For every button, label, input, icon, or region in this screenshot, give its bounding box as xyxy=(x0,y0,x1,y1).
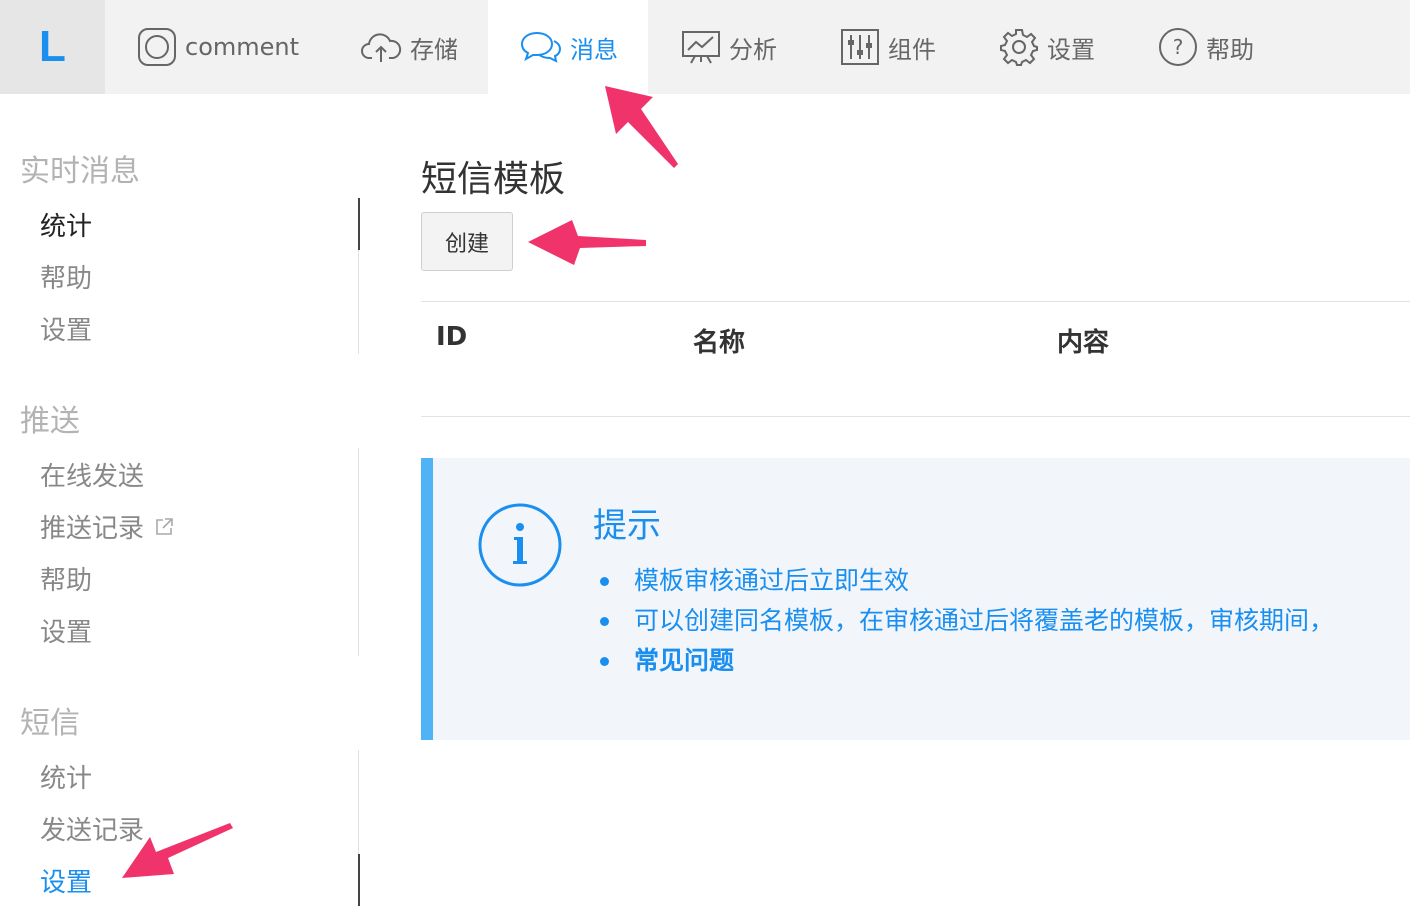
sidebar-divider xyxy=(358,448,359,656)
sidebar: 实时消息 统计 帮助 设置 推送 在线发送 推送记录 帮助 设置 短信 统计 发… xyxy=(0,94,362,924)
gear-icon xyxy=(999,27,1039,67)
nav-item-storage[interactable]: 存储 xyxy=(360,0,458,94)
app-square-icon xyxy=(137,27,177,67)
sidebar-section-title: 推送 xyxy=(20,404,80,439)
nav-item-analytics[interactable]: 分析 xyxy=(681,0,777,94)
nav-label: 组件 xyxy=(888,35,937,64)
chat-bubbles-icon xyxy=(520,30,562,64)
sidebar-item-sms-stats[interactable]: 统计 xyxy=(40,758,92,795)
nav-item-messages[interactable]: 消息 xyxy=(488,0,649,94)
app-logo[interactable]: L xyxy=(0,0,105,94)
table-bottom-border xyxy=(421,416,1410,417)
nav-label: 帮助 xyxy=(1206,35,1255,64)
sidebar-item-realtime-stats[interactable]: 统计 xyxy=(40,206,92,243)
sidebar-item-push-settings[interactable]: 设置 xyxy=(40,612,92,649)
question-circle-icon: ? xyxy=(1158,27,1198,67)
sidebar-divider xyxy=(358,750,359,854)
page-title: 短信模板 xyxy=(421,159,566,200)
table-header-top-border xyxy=(421,301,1410,302)
annotation-arrow-icon xyxy=(528,220,646,265)
cloud-upload-icon xyxy=(360,30,402,64)
svg-text:?: ? xyxy=(1173,35,1184,59)
sidebar-section-title: 短信 xyxy=(20,706,80,741)
nav-item-components[interactable]: 组件 xyxy=(840,0,936,94)
column-header-id[interactable]: ID xyxy=(436,322,467,352)
nav-label: comment xyxy=(185,33,300,61)
nav-label: 设置 xyxy=(1047,35,1096,64)
sidebar-section-title: 实时消息 xyxy=(20,154,140,189)
sidebar-item-label: 推送记录 xyxy=(40,514,145,544)
presentation-chart-icon xyxy=(681,29,721,65)
sidebar-item-sms-records[interactable]: 发送记录 xyxy=(40,810,144,847)
sidebar-divider xyxy=(358,250,359,354)
column-header-name[interactable]: 名称 xyxy=(693,322,745,359)
faq-link[interactable]: 常见问题 xyxy=(598,641,1410,681)
nav-label: 分析 xyxy=(729,35,778,64)
tip-item: 可以创建同名模板，在审核通过后将覆盖老的模板，审核期间， xyxy=(598,601,1410,641)
active-indicator xyxy=(358,198,360,250)
tip-title: 提示 xyxy=(593,506,661,546)
sidebar-item-push-online[interactable]: 在线发送 xyxy=(40,456,144,493)
nav-item-comment[interactable]: comment xyxy=(137,0,299,94)
tip-item: 模板审核通过后立即生效 xyxy=(598,561,1410,601)
nav-label: 消息 xyxy=(570,35,619,64)
active-indicator xyxy=(358,854,360,906)
create-button[interactable]: 创建 xyxy=(421,212,513,271)
top-nav: L comment 存储 消息 分析 组件 设置 ? 帮助 xyxy=(0,0,1410,94)
sliders-icon xyxy=(840,28,880,66)
sidebar-item-push-records[interactable]: 推送记录 xyxy=(40,508,174,545)
sidebar-item-push-help[interactable]: 帮助 xyxy=(40,560,92,597)
nav-item-settings[interactable]: 设置 xyxy=(999,0,1095,94)
tip-list: 模板审核通过后立即生效 可以创建同名模板，在审核通过后将覆盖老的模板，审核期间，… xyxy=(598,561,1410,681)
info-icon xyxy=(478,503,562,591)
nav-item-help[interactable]: ? 帮助 xyxy=(1158,0,1254,94)
annotation-arrow-icon xyxy=(605,86,678,168)
sidebar-item-sms-settings[interactable]: 设置 xyxy=(40,862,92,899)
sidebar-item-realtime-help[interactable]: 帮助 xyxy=(40,258,92,295)
external-link-icon xyxy=(154,517,174,537)
column-header-content[interactable]: 内容 xyxy=(1057,322,1109,359)
nav-label: 存储 xyxy=(410,35,459,64)
sidebar-item-realtime-settings[interactable]: 设置 xyxy=(40,310,92,347)
